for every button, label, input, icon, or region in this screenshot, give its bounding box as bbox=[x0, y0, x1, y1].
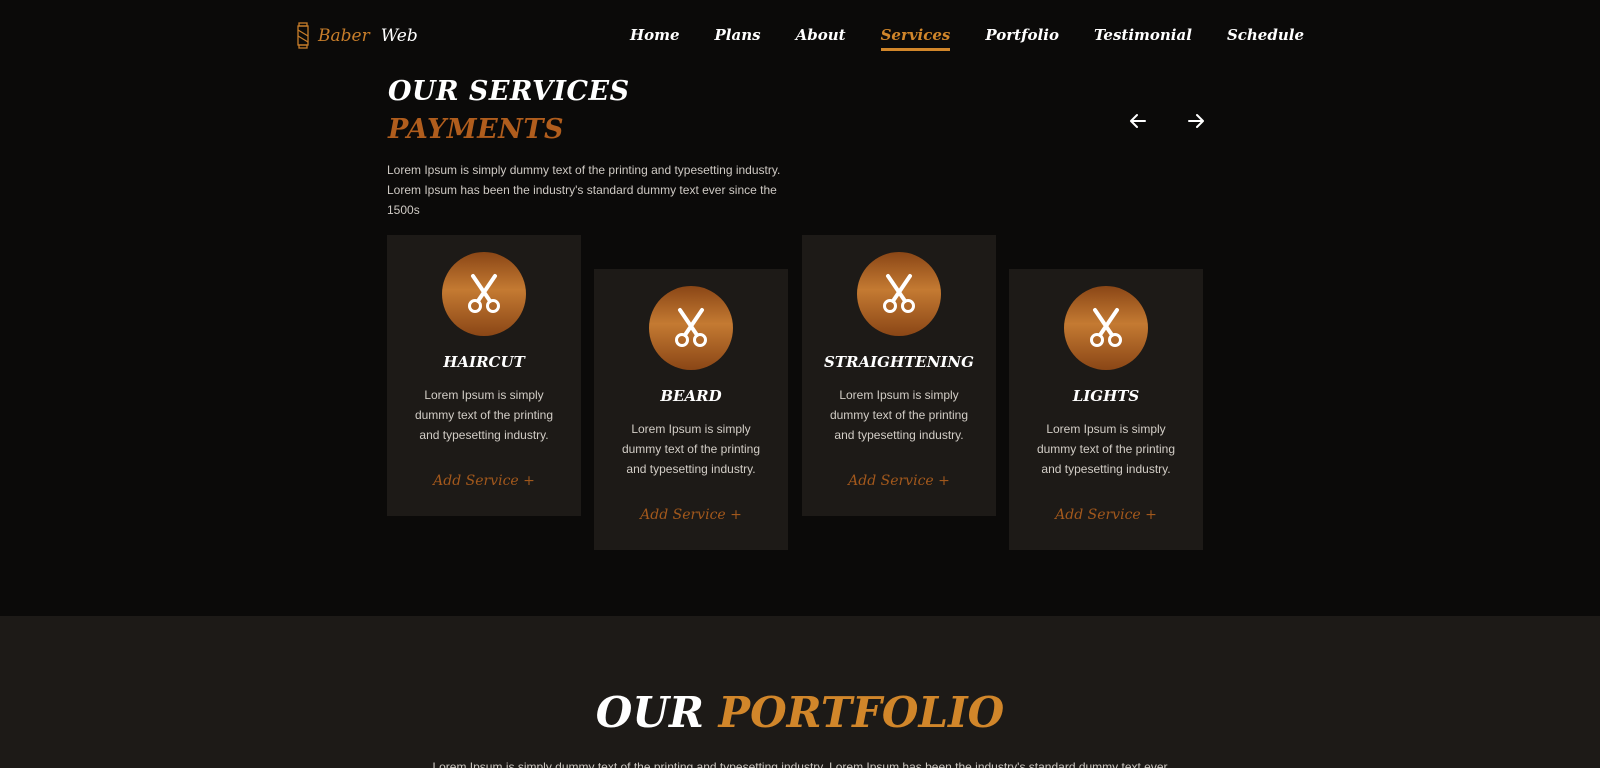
logo[interactable]: Baber Web bbox=[294, 22, 418, 50]
arrow-left-icon bbox=[1130, 114, 1146, 128]
service-card-title: LIGHTS bbox=[1072, 387, 1140, 405]
add-service-link[interactable]: Add Service + bbox=[594, 507, 788, 523]
nav-link-portfolio[interactable]: Portfolio bbox=[985, 26, 1059, 50]
nav-link-about[interactable]: About bbox=[796, 26, 846, 50]
portfolio-title: OUR PORTFOLIO bbox=[0, 688, 1600, 737]
service-card-straightening: STRAIGHTENING Lorem Ipsum is simply dumm… bbox=[802, 235, 996, 516]
arrow-right-icon bbox=[1188, 114, 1204, 128]
add-service-link[interactable]: Add Service + bbox=[387, 473, 581, 489]
scissors-icon bbox=[675, 308, 707, 347]
service-card-description: Lorem Ipsum is simply dummy text of the … bbox=[621, 422, 761, 476]
carousel-prev-button[interactable] bbox=[1127, 110, 1149, 132]
services-intro: Lorem Ipsum is simply dummy text of the … bbox=[387, 163, 781, 217]
portfolio-title-orange: PORTFOLIO bbox=[718, 688, 1005, 737]
service-icon-circle bbox=[649, 286, 733, 370]
add-service-link[interactable]: Add Service + bbox=[1009, 507, 1203, 523]
service-icon-circle bbox=[1064, 286, 1148, 370]
service-card-haircut: HAIRCUT Lorem Ipsum is simply dummy text… bbox=[387, 235, 581, 516]
nav-link-testimonial[interactable]: Testimonial bbox=[1094, 26, 1192, 50]
service-card-title: BEARD bbox=[660, 387, 722, 405]
portfolio-description: Lorem Ipsum is simply dummy text of the … bbox=[432, 760, 1168, 768]
nav-link-schedule[interactable]: Schedule bbox=[1227, 26, 1304, 50]
add-service-link[interactable]: Add Service + bbox=[802, 473, 996, 489]
barber-pole-icon bbox=[297, 22, 309, 49]
service-card-beard: BEARD Lorem Ipsum is simply dummy text o… bbox=[594, 269, 788, 550]
brand-name-first: Baber bbox=[318, 26, 370, 46]
brand-name-second: Web bbox=[380, 26, 418, 46]
top-navbar: Baber Web Home Plans About Services Portf… bbox=[0, 0, 1600, 70]
scissors-icon bbox=[883, 274, 915, 313]
service-card-lights: LIGHTS Lorem Ipsum is simply dummy text … bbox=[1009, 269, 1203, 550]
service-card-description: Lorem Ipsum is simply dummy text of the … bbox=[414, 388, 554, 442]
carousel-next-button[interactable] bbox=[1185, 110, 1207, 132]
portfolio-title-white: OUR bbox=[595, 688, 704, 737]
service-card-description: Lorem Ipsum is simply dummy text of the … bbox=[829, 388, 969, 442]
services-title: OUR SERVICES bbox=[388, 76, 630, 107]
scissors-icon bbox=[1090, 308, 1122, 347]
scissors-icon bbox=[468, 274, 500, 313]
service-card-title: HAIRCUT bbox=[443, 353, 525, 371]
services-subtitle: PAYMENTS bbox=[388, 114, 564, 145]
nav-link-home[interactable]: Home bbox=[630, 26, 680, 50]
nav-menu: Home Plans About Services Portfolio Test… bbox=[630, 26, 1304, 51]
portfolio-section: OUR PORTFOLIO Lorem Ipsum is simply dumm… bbox=[0, 616, 1600, 768]
service-icon-circle bbox=[442, 252, 526, 336]
nav-link-services[interactable]: Services bbox=[880, 26, 950, 51]
service-card-description: Lorem Ipsum is simply dummy text of the … bbox=[1036, 422, 1176, 476]
nav-link-plans[interactable]: Plans bbox=[715, 26, 761, 50]
service-card-title: STRAIGHTENING bbox=[824, 353, 974, 371]
service-icon-circle bbox=[857, 252, 941, 336]
